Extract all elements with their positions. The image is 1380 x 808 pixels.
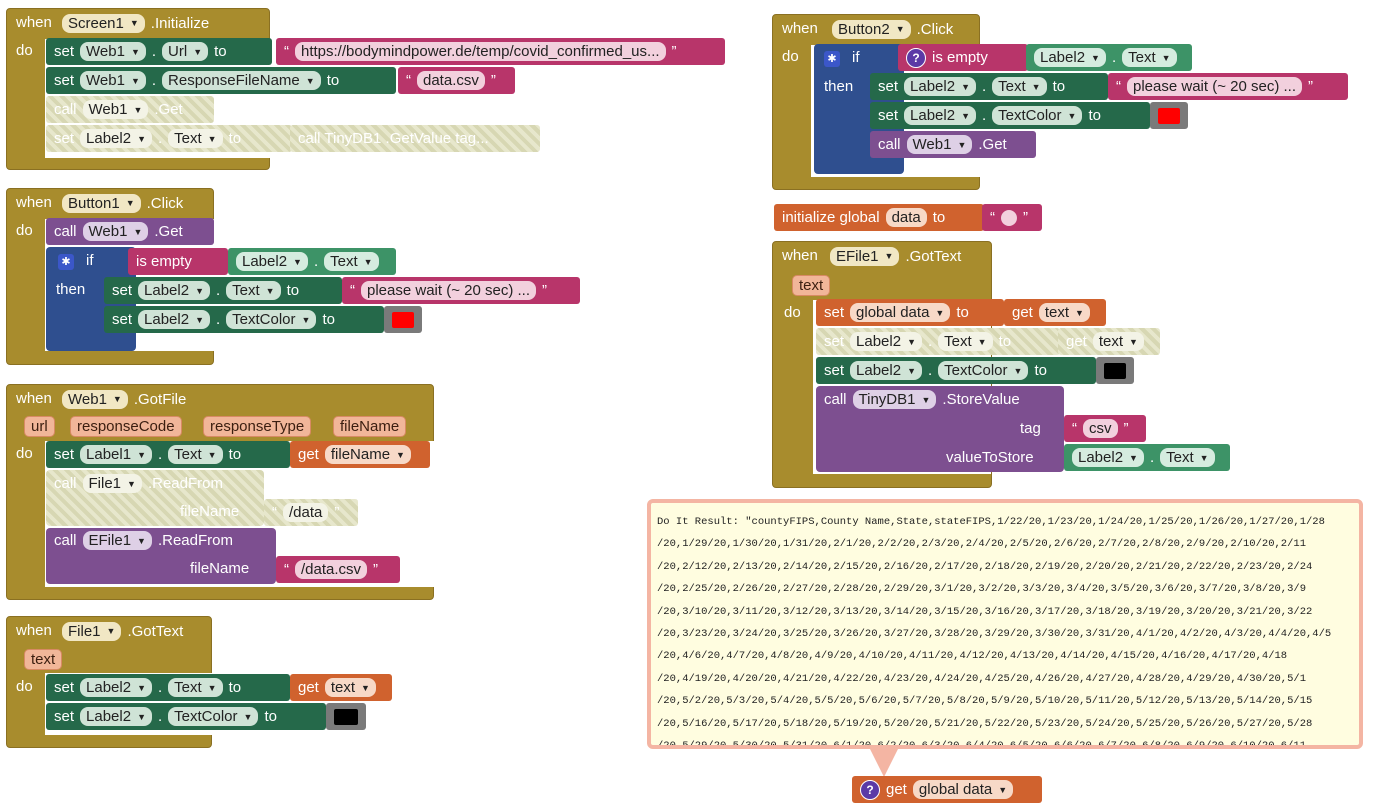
is-empty[interactable]: is empty xyxy=(128,248,228,275)
csv-tag-string[interactable]: “csv” xyxy=(1064,415,1146,442)
tinydb-getvalue-disabled[interactable]: call TinyDB1 .GetValue tag... xyxy=(290,125,540,152)
set-web1-url[interactable]: set Web1 ▼ . Url ▼ to xyxy=(46,38,272,65)
get-text[interactable]: get text ▼ xyxy=(290,674,392,701)
component-dropdown[interactable]: Button1 ▼ xyxy=(62,193,141,213)
label2-text-getter[interactable]: Label2 ▼ . Text ▼ xyxy=(1064,444,1230,471)
label2-text-getter[interactable]: Label2 ▼ . Text ▼ xyxy=(228,248,396,275)
black-color-block[interactable] xyxy=(326,703,366,730)
url-value[interactable]: https://bodymindpower.de/temp/covid_conf… xyxy=(295,42,666,61)
set-label2-text-disabled[interactable]: set Label2 ▼ . Text ▼ to xyxy=(816,328,1060,355)
wait-string[interactable]: “please wait (~ 20 sec) ...” xyxy=(342,277,580,304)
set-label2-text[interactable]: set Label2 ▼ . Text ▼ to xyxy=(870,73,1108,100)
get-text[interactable]: get text ▼ xyxy=(1004,299,1106,326)
black-swatch[interactable] xyxy=(334,708,358,725)
black-color-block[interactable] xyxy=(1096,357,1134,384)
param-text[interactable]: text xyxy=(792,275,831,296)
help-icon[interactable]: ? xyxy=(906,47,926,68)
result-line: /20,5/2/20,5/3/20,5/4/20,5/5/20,5/6/20,5… xyxy=(657,695,1313,708)
set-label2-text[interactable]: set Label2 ▼ . Text ▼ to xyxy=(46,674,290,701)
param-responsetype[interactable]: responseType xyxy=(203,416,312,437)
call-web1-get-disabled[interactable]: call Web1 ▼ .Get xyxy=(46,96,214,123)
result-line: /20,2/12/20,2/13/20,2/14/20,2/15/20,2/16… xyxy=(657,560,1313,573)
red-color-block[interactable] xyxy=(384,306,422,333)
set-label2-text[interactable]: set Label2 ▼ . Text ▼ to xyxy=(104,277,342,304)
result-line: /20,5/29/20,5/30/20,5/31/20,6/1/20,6/2/2… xyxy=(657,740,1307,749)
gear-icon[interactable]: ✱ xyxy=(58,253,74,270)
result-line: /20,4/6/20,4/7/20,4/8/20,4/9/20,4/10/20,… xyxy=(657,650,1288,663)
set-global-data[interactable]: set global data ▼ to xyxy=(816,299,1004,326)
gear-icon[interactable]: ✱ xyxy=(824,50,840,67)
result-bubble-tail xyxy=(870,749,898,777)
result-line: /20,1/29/20,1/30/20,1/31/20,2/1/20,2/2/2… xyxy=(657,538,1307,551)
set-label2-textcolor[interactable]: set Label2 ▼ . TextColor ▼ to xyxy=(870,102,1150,129)
when-label: when xyxy=(16,14,52,31)
do-it-result-text: Do It Result: "countyFIPS,County Name,St… xyxy=(657,511,1351,749)
screen1-header: Screen1 ▼ .Initialize xyxy=(58,10,213,36)
set-label2-textcolor[interactable]: set Label2 ▼ . TextColor ▼ to xyxy=(104,306,384,333)
web1-dropdown[interactable]: Web1 ▼ xyxy=(80,42,146,61)
param-url[interactable]: url xyxy=(24,416,55,437)
wait-string[interactable]: “please wait (~ 20 sec) ...” xyxy=(1108,73,1348,100)
call-web1-get[interactable]: call Web1 ▼ .Get xyxy=(870,131,1036,158)
param-filename[interactable]: fileName xyxy=(333,416,407,437)
result-line: /20,5/16/20,5/17/20,5/18/20,5/19/20,5/20… xyxy=(657,717,1313,730)
label2-text-getter[interactable]: Label2 ▼ . Text ▼ xyxy=(1026,44,1192,71)
result-line: /20,4/19/20,4/20/20,4/21/20,4/22/20,4/23… xyxy=(657,672,1307,685)
result-line: Do It Result: "countyFIPS,County Name,St… xyxy=(657,516,1325,528)
set-web1-responsefilename[interactable]: set Web1 ▼ . ResponseFileName ▼ to xyxy=(46,67,396,94)
set-label2-textcolor[interactable]: set Label2 ▼ . TextColor ▼ to xyxy=(46,703,326,730)
do-label: do xyxy=(16,42,33,59)
red-swatch[interactable] xyxy=(1158,107,1180,124)
result-line: /20,2/25/20,2/26/20,2/27/20,2/28/20,2/29… xyxy=(657,583,1307,596)
web1-dropdown[interactable]: Web1 ▼ xyxy=(80,71,146,90)
empty-string[interactable]: “” xyxy=(982,204,1042,231)
get-filename[interactable]: get fileName ▼ xyxy=(290,441,430,468)
component-dropdown[interactable]: Screen1 ▼ xyxy=(62,13,145,33)
is-empty[interactable]: ? is empty xyxy=(898,44,1028,71)
initialize-global-data[interactable]: initialize global data to xyxy=(774,204,984,231)
url-property-dropdown[interactable]: Url ▼ xyxy=(162,42,209,61)
red-swatch[interactable] xyxy=(392,311,414,328)
red-color-block[interactable] xyxy=(1150,102,1188,129)
responsefilename-dropdown[interactable]: ResponseFileName ▼ xyxy=(162,71,321,90)
set-label2-text-disabled[interactable]: set Label2 ▼ . Text ▼ to xyxy=(46,125,292,152)
do-it-result-bubble: Do It Result: "countyFIPS,County Name,St… xyxy=(647,499,1363,749)
url-string[interactable]: “https://bodymindpower.de/temp/covid_con… xyxy=(276,38,725,65)
black-swatch[interactable] xyxy=(1104,362,1126,379)
set-label2-textcolor[interactable]: set Label2 ▼ . TextColor ▼ to xyxy=(816,357,1096,384)
call-web1-get[interactable]: call Web1 ▼ .Get xyxy=(46,218,214,245)
get-global-data[interactable]: ? get global data ▼ xyxy=(852,776,1042,803)
param-responsecode[interactable]: responseCode xyxy=(70,416,182,437)
set-label1-text[interactable]: set Label1 ▼ . Text ▼ to xyxy=(46,441,290,468)
filename-string[interactable]: “data.csv” xyxy=(398,67,515,94)
result-line: /20,3/23/20,3/24/20,3/25/20,3/26/20,3/27… xyxy=(657,628,1332,641)
result-line: /20,3/10/20,3/11/20,3/12/20,3/13/20,3/14… xyxy=(657,605,1313,618)
help-icon[interactable]: ? xyxy=(860,779,880,800)
param-text[interactable]: text xyxy=(24,649,63,670)
get-text-disabled[interactable]: get text ▼ xyxy=(1058,328,1160,355)
data-csv-path[interactable]: “/data.csv” xyxy=(276,556,400,583)
data-path-disabled[interactable]: “/data” xyxy=(264,499,358,526)
